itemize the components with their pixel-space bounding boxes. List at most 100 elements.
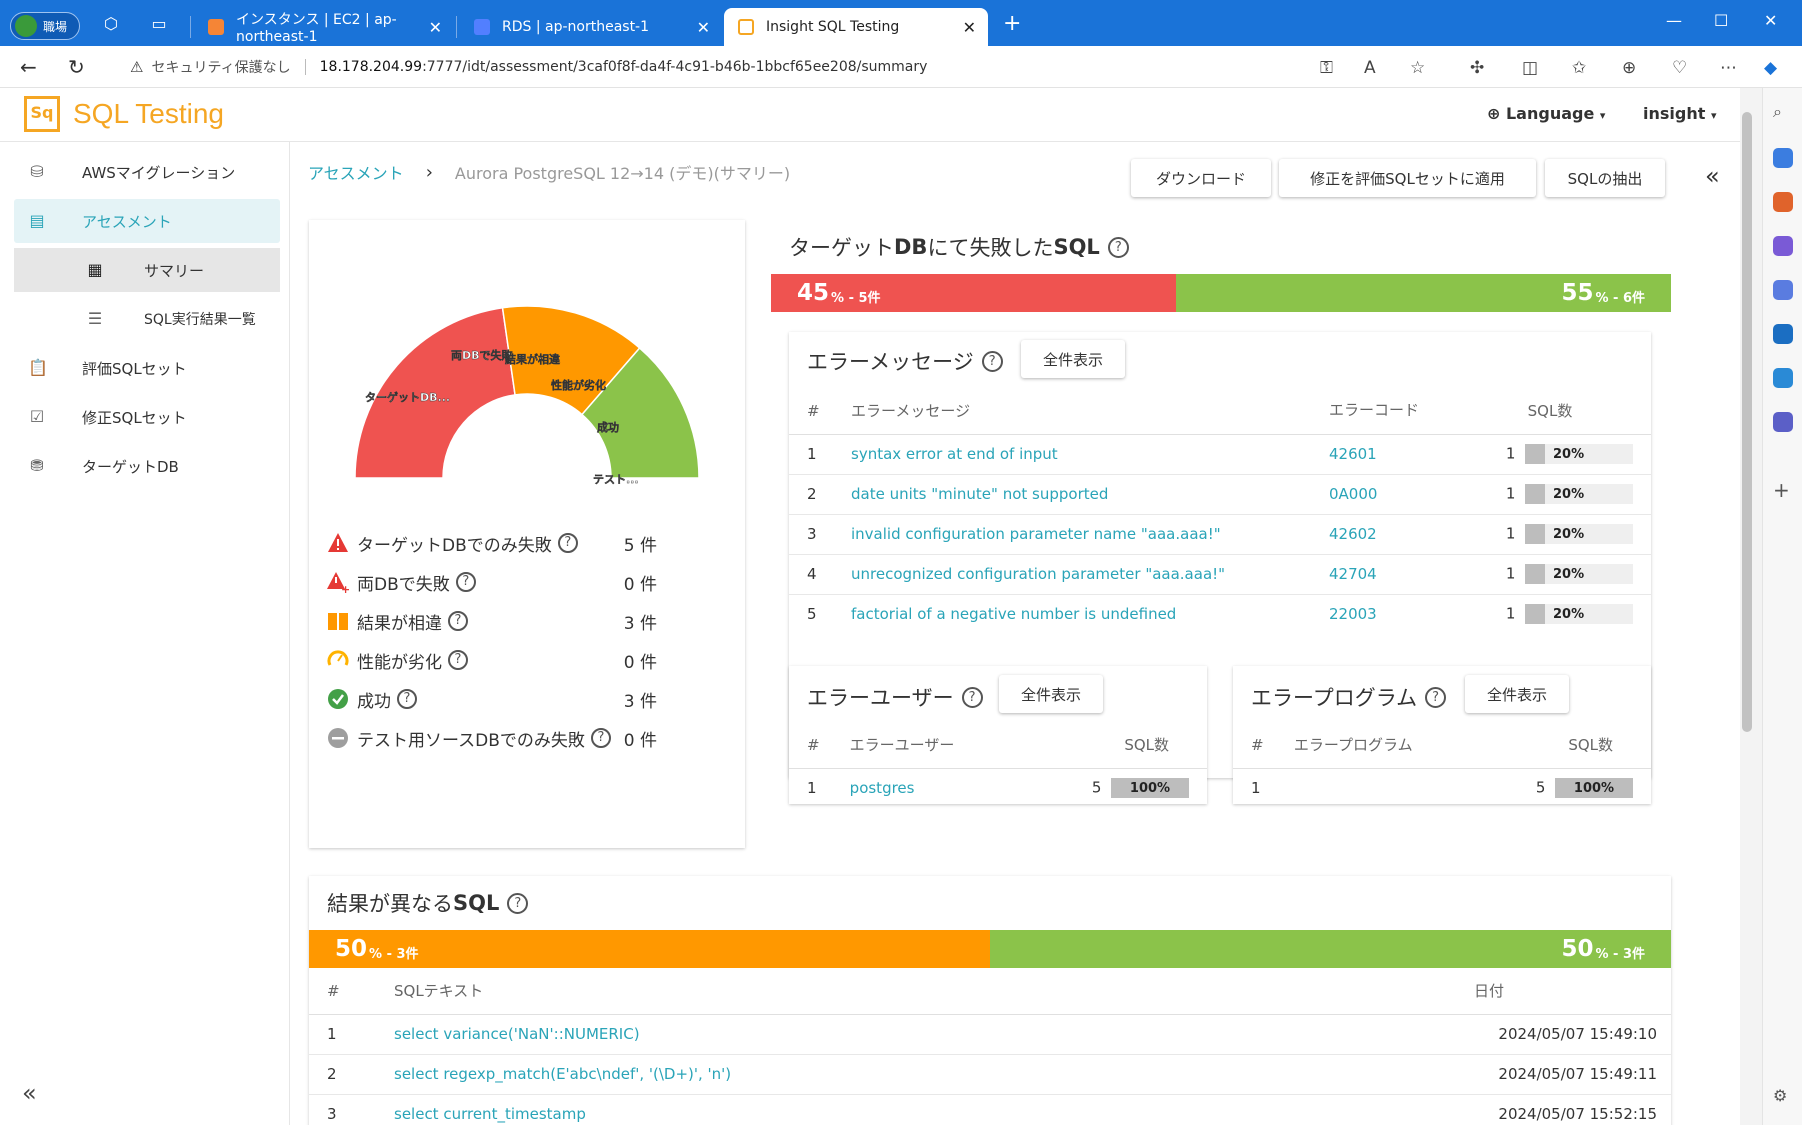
settings-gear-icon[interactable]: ⚙: [1773, 1086, 1793, 1106]
health-icon[interactable]: ♡: [1672, 58, 1687, 78]
sql-text-link[interactable]: select regexp_match(E'abc\ndef', '(\D+)'…: [394, 1054, 1474, 1095]
failed-sql-progress-bar: 45% - 5件 55% - 6件: [771, 274, 1671, 312]
favorites-icon[interactable]: ✩: [1572, 58, 1586, 78]
copilot-icon[interactable]: ◆: [1764, 58, 1777, 78]
extensions-icon[interactable]: ✣: [1470, 58, 1484, 78]
more-menu-icon[interactable]: ⋯: [1720, 58, 1737, 78]
shopping-icon[interactable]: [1773, 148, 1793, 168]
user-menu[interactable]: insight ▾: [1643, 104, 1716, 123]
summary-row-success: 成功 ? 3 件: [327, 684, 657, 714]
sql-text-link[interactable]: select variance('NaN'::NUMERIC): [394, 1014, 1474, 1055]
summary-label: 結果が相違: [357, 613, 442, 634]
help-icon[interactable]: ?: [1425, 686, 1447, 708]
error-messages-table: # エラーメッセージ エラーコード SQL数 1 syntax error at…: [789, 388, 1651, 634]
check-circle-icon: [327, 688, 349, 710]
outlook-icon[interactable]: [1773, 324, 1793, 344]
error-code-link[interactable]: 22003: [1329, 594, 1449, 634]
games-icon[interactable]: [1773, 236, 1793, 256]
summary-count: 0 件: [623, 730, 657, 751]
close-tab-icon[interactable]: ✕: [697, 18, 710, 37]
sidebar-item-eval-sqlset[interactable]: 📋 評価SQLセット: [14, 346, 280, 390]
error-code-link[interactable]: 42602: [1329, 514, 1449, 555]
help-icon[interactable]: ?: [507, 892, 529, 914]
extract-sql-button[interactable]: SQLの抽出: [1545, 159, 1665, 197]
key-icon[interactable]: ⚿: [1320, 58, 1333, 78]
sidebar-item-fix-sqlset[interactable]: ☑ 修正SQLセット: [14, 395, 280, 439]
sidebar-item-assessment[interactable]: ▤ アセスメント: [14, 199, 280, 243]
help-icon[interactable]: ?: [455, 572, 476, 592]
expand-panel-icon[interactable]: «: [1705, 162, 1720, 190]
breadcrumb-assessment-link[interactable]: アセスメント: [308, 160, 404, 184]
table-row: 1 syntax error at end of input 42601 1 2…: [789, 434, 1651, 475]
summary-label: 成功: [357, 691, 391, 712]
download-button[interactable]: ダウンロード: [1131, 159, 1271, 197]
microsoft365-icon[interactable]: [1773, 280, 1793, 300]
url-field[interactable]: ⚠ セキュリティ保護なし 18.178.204.99:7777/idt/asse…: [116, 52, 1426, 82]
sidebar-item-sql-results[interactable]: ☰ SQL実行結果一覧: [14, 297, 280, 341]
new-tab-icon[interactable]: +: [1003, 11, 1021, 36]
collapse-sidebar-icon[interactable]: «: [22, 1079, 37, 1107]
close-tab-icon[interactable]: ✕: [963, 18, 976, 37]
error-messages-show-all-button[interactable]: 全件表示: [1021, 340, 1125, 378]
sidebar-item-target-db[interactable]: ⛃ ターゲットDB: [14, 444, 280, 488]
error-code-link[interactable]: 42601: [1329, 434, 1449, 475]
minimize-icon[interactable]: —: [1666, 11, 1682, 30]
help-icon[interactable]: ?: [590, 728, 611, 748]
error-user-link[interactable]: postgres: [850, 768, 1092, 808]
profile-button[interactable]: 職場: [10, 12, 80, 40]
workspaces-icon[interactable]: ⬡: [100, 15, 122, 33]
language-dropdown[interactable]: ⊕ Language ▾: [1487, 104, 1605, 123]
help-icon[interactable]: ?: [448, 611, 468, 631]
diff-sql-progress-bar: 50% - 3件 50% - 3件: [309, 930, 1671, 968]
apply-fix-button[interactable]: 修正を評価SQLセットに適用: [1279, 159, 1536, 197]
favorite-star-icon[interactable]: ☆: [1410, 58, 1425, 78]
add-icon[interactable]: +: [1773, 478, 1793, 502]
close-tab-icon[interactable]: ✕: [429, 18, 442, 37]
tab-rds[interactable]: RDS | ap-northeast-1 ✕: [460, 8, 722, 46]
error-message-link[interactable]: syntax error at end of input: [851, 434, 1329, 475]
error-message-link[interactable]: invalid configuration parameter name "aa…: [851, 514, 1329, 555]
error-code-link[interactable]: 42704: [1329, 554, 1449, 595]
help-icon[interactable]: ?: [448, 650, 468, 670]
sidebar-item-label: 修正SQLセット: [82, 408, 187, 427]
read-aloud-icon[interactable]: A: [1364, 58, 1376, 78]
page-scrollbar-thumb[interactable]: [1742, 112, 1752, 732]
help-icon[interactable]: ?: [557, 533, 578, 553]
tools-icon[interactable]: [1773, 192, 1793, 212]
split-screen-icon[interactable]: ◫: [1522, 58, 1538, 78]
help-icon[interactable]: ?: [1107, 236, 1129, 258]
share-bar: 20%: [1525, 564, 1633, 584]
help-icon[interactable]: ?: [981, 350, 1003, 372]
table-row: 1 postgres 5 100%: [789, 768, 1207, 808]
error-message-link[interactable]: unrecognized configuration parameter "aa…: [851, 554, 1329, 595]
collections-icon[interactable]: ⊕: [1622, 58, 1636, 78]
search-icon[interactable]: ⌕: [1773, 102, 1793, 122]
sidebar-item-summary[interactable]: ▦ サマリー: [14, 248, 280, 292]
back-icon[interactable]: ←: [20, 55, 37, 79]
minus-circle-icon: [327, 727, 349, 749]
sql-text-link[interactable]: select current_timestamp: [394, 1094, 1474, 1125]
reload-icon[interactable]: ↻: [68, 55, 85, 79]
error-program-link[interactable]: [1294, 768, 1536, 808]
column-header: 日付: [1474, 968, 1671, 1015]
table-row: 1 5 100%: [1233, 768, 1651, 808]
error-message-link[interactable]: date units "minute" not supported: [851, 474, 1329, 515]
tab-insight[interactable]: Insight SQL Testing ✕: [724, 8, 988, 46]
help-icon[interactable]: ?: [397, 689, 417, 709]
error-message-link[interactable]: factorial of a negative number is undefi…: [851, 594, 1329, 634]
error-code-link[interactable]: 0A000: [1329, 474, 1449, 515]
summary-count: 5 件: [623, 535, 657, 556]
error-users-show-all-button[interactable]: 全件表示: [999, 675, 1103, 713]
error-programs-show-all-button[interactable]: 全件表示: [1465, 675, 1569, 713]
help-icon[interactable]: ?: [961, 686, 983, 708]
sidebar-item-aws-migration[interactable]: ⛁ AWSマイグレーション: [14, 150, 280, 194]
tab-title: インスタンス | EC2 | ap-northeast-1: [236, 12, 397, 45]
sidebar-item-label: ターゲットDB: [82, 457, 179, 476]
tab-actions-icon[interactable]: ▭: [148, 15, 170, 33]
teams-icon[interactable]: [1773, 412, 1793, 432]
close-window-icon[interactable]: ✕: [1764, 11, 1777, 30]
tab-ec2[interactable]: インスタンス | EC2 | ap-northeast-1 ✕: [194, 8, 454, 46]
maximize-icon[interactable]: ☐: [1714, 11, 1728, 30]
send-icon[interactable]: [1773, 368, 1793, 388]
sidebar-item-label: アセスメント: [82, 212, 172, 231]
